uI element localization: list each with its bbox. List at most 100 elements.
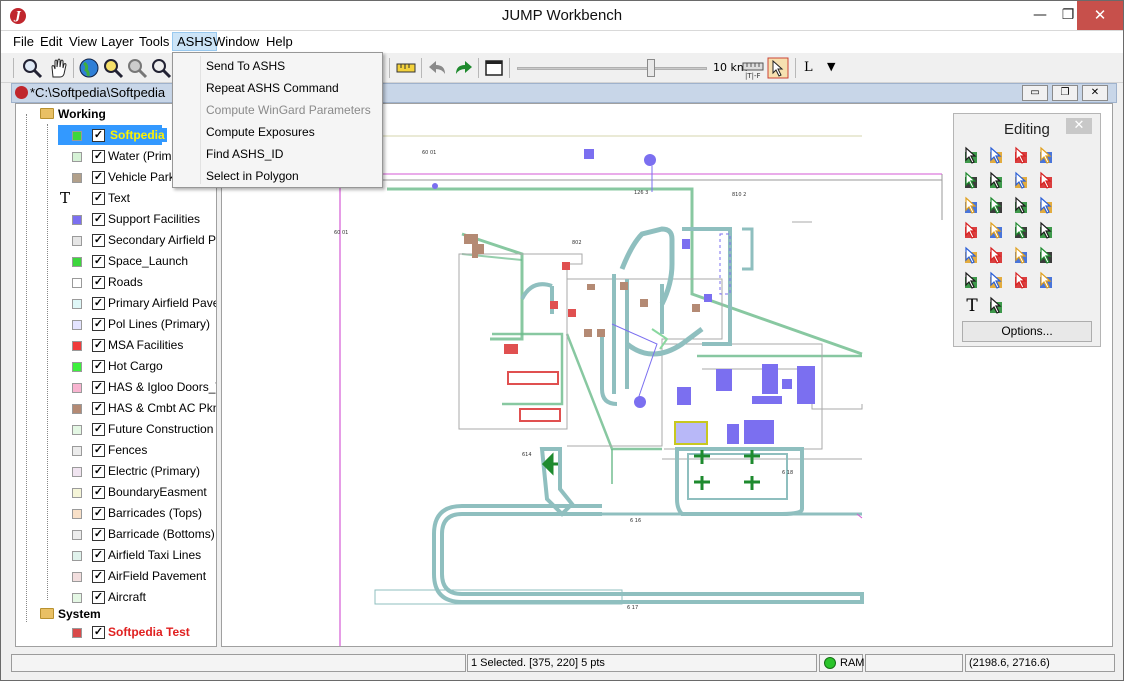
layer-visible-checkbox[interactable]: ✓: [92, 276, 105, 289]
layer-visible-checkbox[interactable]: ✓: [92, 360, 105, 373]
layer-row[interactable]: ✓ Support Facilities: [16, 209, 216, 229]
layer-row[interactable]: ✓ Hot Cargo: [16, 356, 216, 376]
layer-row[interactable]: ✓ BoundaryEasment: [16, 482, 216, 502]
zoom-to-selection-icon[interactable]: [150, 57, 172, 79]
layer-row[interactable]: ✓HAS & Igloo Doors_Ver: [16, 377, 216, 397]
layer-visible-checkbox[interactable]: ✓: [92, 381, 105, 394]
measure-icon[interactable]: [395, 57, 417, 79]
layer-row-softpedia-test[interactable]: ✓ Softpedia Test: [16, 622, 216, 642]
layer-visible-checkbox[interactable]: ✓: [92, 129, 105, 142]
draw-rectangle-icon[interactable]: [962, 171, 982, 191]
layer-row[interactable]: ✓ Secondary Airfield Pav: [16, 230, 216, 250]
layer-visible-checkbox[interactable]: ✓: [92, 192, 105, 205]
layer-visible-checkbox[interactable]: ✓: [92, 234, 105, 247]
annotate-icon[interactable]: [987, 296, 1007, 316]
menu-tools[interactable]: Tools: [135, 33, 173, 52]
layer-row[interactable]: ✓ Fences: [16, 440, 216, 460]
select-features-icon[interactable]: [962, 146, 982, 166]
redo-icon[interactable]: [452, 57, 474, 79]
layer-visible-checkbox[interactable]: ✓: [92, 528, 105, 541]
layer-row[interactable]: ✓ Pol Lines (Primary): [16, 314, 216, 334]
window-icon[interactable]: [483, 57, 505, 79]
layer-row[interactable]: ✓ MSA Facilities: [16, 335, 216, 355]
layer-visible-checkbox[interactable]: ✓: [92, 318, 105, 331]
layer-visible-checkbox[interactable]: ✓: [92, 549, 105, 562]
layer-visible-checkbox[interactable]: ✓: [92, 570, 105, 583]
doc-close-button[interactable]: ✕: [1082, 85, 1108, 101]
layer-visible-checkbox[interactable]: ✓: [92, 507, 105, 520]
text-tool-icon[interactable]: T: [962, 296, 982, 316]
pan-icon[interactable]: [47, 57, 69, 79]
layer-row[interactable]: ✓ HAS & Cmbt AC Pkng: [16, 398, 216, 418]
draw-polygon-icon[interactable]: [987, 171, 1007, 191]
split-line-icon[interactable]: [1012, 246, 1032, 266]
expand-icon[interactable]: [987, 271, 1007, 291]
move-vertex-icon[interactable]: [962, 196, 982, 216]
snap-vertices-icon[interactable]: [1037, 196, 1057, 216]
doc-minimize-button[interactable]: ▭: [1022, 85, 1048, 101]
add-vertex-icon[interactable]: [962, 246, 982, 266]
move-features-icon[interactable]: [962, 221, 982, 241]
layer-row[interactable]: ✓ Future Construction: [16, 419, 216, 439]
zoom-slider-track[interactable]: [517, 67, 707, 70]
category-system[interactable]: System: [16, 604, 216, 624]
layer-row[interactable]: ✓ Space_Launch: [16, 251, 216, 271]
layer-row[interactable]: T ✓ Text: [16, 188, 216, 208]
menu-item-send-to-ashs[interactable]: Send To ASHS: [206, 56, 285, 76]
delete-features-icon[interactable]: [987, 221, 1007, 241]
editing-close-button[interactable]: ✕: [1066, 118, 1092, 134]
menu-item-select-in-polygon[interactable]: Select in Polygon: [206, 166, 299, 186]
menu-item-repeat-ashs-command[interactable]: Repeat ASHS Command: [206, 78, 339, 98]
zoom-slider-thumb[interactable]: [647, 59, 655, 77]
fill-icon[interactable]: [1037, 221, 1057, 241]
select-parts-icon[interactable]: [987, 146, 1007, 166]
layer-visible-checkbox[interactable]: ✓: [92, 626, 105, 639]
layer-visible-checkbox[interactable]: ✓: [92, 339, 105, 352]
menu-help[interactable]: Help: [262, 33, 297, 52]
select-one-item-icon[interactable]: [1037, 146, 1057, 166]
layer-visible-checkbox[interactable]: ✓: [92, 444, 105, 457]
layer-visible-checkbox[interactable]: ✓: [92, 402, 105, 415]
layer-row[interactable]: ✓ Roads: [16, 272, 216, 292]
layer-visible-checkbox[interactable]: ✓: [92, 255, 105, 268]
zoom-in-icon[interactable]: [102, 57, 124, 79]
layer-visible-checkbox[interactable]: ✓: [92, 150, 105, 163]
menu-file[interactable]: File: [9, 33, 38, 52]
layer-visible-checkbox[interactable]: ✓: [92, 171, 105, 184]
zoom-icon[interactable]: [21, 57, 43, 79]
menu-edit[interactable]: Edit: [36, 33, 66, 52]
layer-row[interactable]: ✓ Barricade (Bottoms): [16, 524, 216, 544]
layer-row[interactable]: ✓ Barricades (Tops): [16, 503, 216, 523]
layer-visible-checkbox[interactable]: ✓: [92, 297, 105, 310]
menu-layer[interactable]: Layer: [97, 33, 138, 52]
remove-vertex-icon[interactable]: [987, 246, 1007, 266]
rotate-icon[interactable]: [1012, 221, 1032, 241]
delete-vertex-icon[interactable]: [1012, 196, 1032, 216]
extract-icon[interactable]: [1037, 271, 1057, 291]
layer-row[interactable]: ✓ Airfield Taxi Lines: [16, 545, 216, 565]
doc-restore-button[interactable]: ❐: [1052, 85, 1078, 101]
chevron-down-icon[interactable]: ▼: [827, 60, 835, 73]
fan-icon[interactable]: [1012, 271, 1032, 291]
layer-visible-checkbox[interactable]: ✓: [92, 465, 105, 478]
globe-icon[interactable]: [78, 57, 100, 79]
menu-view[interactable]: View: [65, 33, 101, 52]
close-button[interactable]: ✕: [1077, 1, 1123, 30]
select-tool-icon[interactable]: [767, 57, 789, 79]
menu-item-find-ashs-id[interactable]: Find ASHS_ID: [206, 144, 283, 164]
layer-visible-checkbox[interactable]: ✓: [92, 213, 105, 226]
layer-visible-checkbox[interactable]: ✓: [92, 423, 105, 436]
draw-line-string-icon[interactable]: [1012, 171, 1032, 191]
insert-vertex-icon[interactable]: [987, 196, 1007, 216]
join-line-icon[interactable]: [1037, 246, 1057, 266]
layer-row[interactable]: ✓ Electric (Primary): [16, 461, 216, 481]
layer-visible-checkbox[interactable]: ✓: [92, 591, 105, 604]
layer-row[interactable]: ✓Primary Airfield Pavem: [16, 293, 216, 313]
menu-item-compute-exposures[interactable]: Compute Exposures: [206, 122, 315, 142]
options-button[interactable]: Options...: [962, 321, 1092, 342]
undo-icon[interactable]: [427, 57, 449, 79]
zoom-out-icon[interactable]: [126, 57, 148, 79]
collapse-icon[interactable]: [962, 271, 982, 291]
layer-row[interactable]: ✓ AirField Pavement: [16, 566, 216, 586]
draw-point-icon[interactable]: [1037, 171, 1057, 191]
